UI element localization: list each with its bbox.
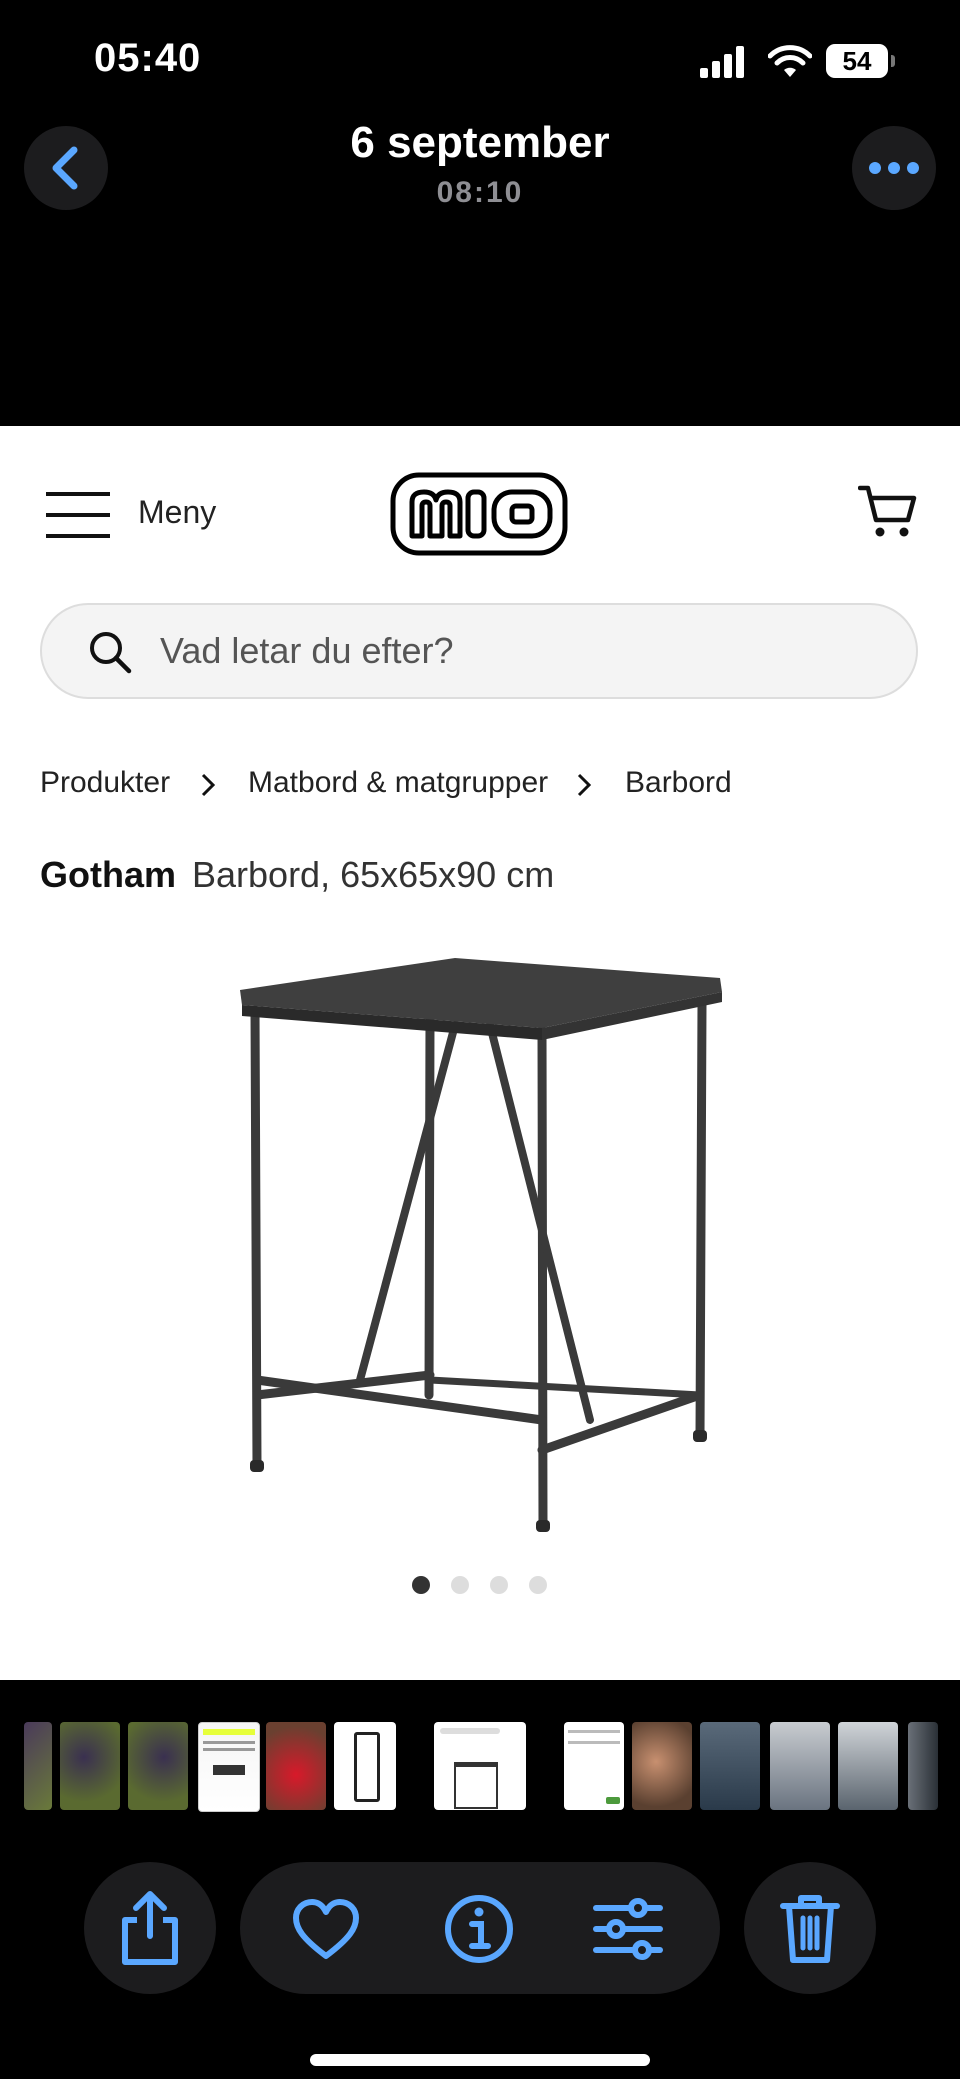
bar-table-image[interactable] xyxy=(230,950,730,1540)
actions-pill xyxy=(240,1862,720,1994)
thumbnail[interactable] xyxy=(24,1722,52,1810)
search-icon xyxy=(90,632,132,674)
thumbnail[interactable] xyxy=(700,1722,760,1810)
photo-date: 6 september xyxy=(350,118,610,167)
info-icon[interactable] xyxy=(444,1894,514,1964)
thumbnail[interactable] xyxy=(334,1722,396,1810)
thumbnail[interactable] xyxy=(632,1722,692,1810)
menu-label[interactable]: Meny xyxy=(138,494,216,531)
sliders-icon[interactable] xyxy=(592,1898,664,1960)
cart-icon[interactable] xyxy=(858,482,918,542)
status-time: 05:40 xyxy=(94,36,202,80)
thumbnail[interactable] xyxy=(266,1722,326,1810)
product-brand: Gotham xyxy=(40,854,177,895)
carousel-dot[interactable] xyxy=(490,1576,508,1594)
thumbnail[interactable] xyxy=(838,1722,898,1810)
hamburger-menu-icon[interactable] xyxy=(46,490,110,540)
cellular-signal-icon xyxy=(700,46,744,78)
share-icon xyxy=(122,1891,178,1965)
trash-icon xyxy=(780,1895,840,1963)
carousel-dot[interactable] xyxy=(451,1576,469,1594)
ellipsis-icon xyxy=(869,162,919,174)
thumbnail[interactable] xyxy=(60,1722,120,1810)
breadcrumb-item[interactable]: Barbord xyxy=(625,766,732,800)
thumbnail[interactable] xyxy=(908,1722,938,1810)
more-button[interactable] xyxy=(852,126,936,210)
delete-button[interactable] xyxy=(744,1862,876,1994)
heart-icon[interactable] xyxy=(292,1898,360,1960)
thumbnail[interactable] xyxy=(770,1722,830,1810)
carousel-dot[interactable] xyxy=(529,1576,547,1594)
battery-indicator: 54 xyxy=(826,44,888,78)
mio-logo[interactable] xyxy=(390,472,568,556)
thumbnail-current[interactable] xyxy=(434,1722,526,1810)
thumbnail[interactable] xyxy=(128,1722,188,1810)
share-button[interactable] xyxy=(84,1862,216,1994)
product-description: Barbord, 65x65x90 cm xyxy=(192,854,555,895)
wifi-icon xyxy=(768,45,812,77)
home-indicator[interactable] xyxy=(310,2054,650,2066)
search-placeholder: Vad letar du efter? xyxy=(160,630,454,671)
chevron-right-icon xyxy=(577,773,592,797)
thumbnail[interactable] xyxy=(198,1722,260,1812)
battery-tip xyxy=(891,55,895,67)
breadcrumb-item[interactable]: Produkter xyxy=(40,766,170,800)
breadcrumb-item[interactable]: Matbord & matgrupper xyxy=(248,766,548,800)
thumbnail[interactable] xyxy=(564,1722,624,1810)
chevron-right-icon xyxy=(201,773,216,797)
carousel-dot-active[interactable] xyxy=(412,1576,430,1594)
photo-time: 08:10 xyxy=(436,176,524,209)
